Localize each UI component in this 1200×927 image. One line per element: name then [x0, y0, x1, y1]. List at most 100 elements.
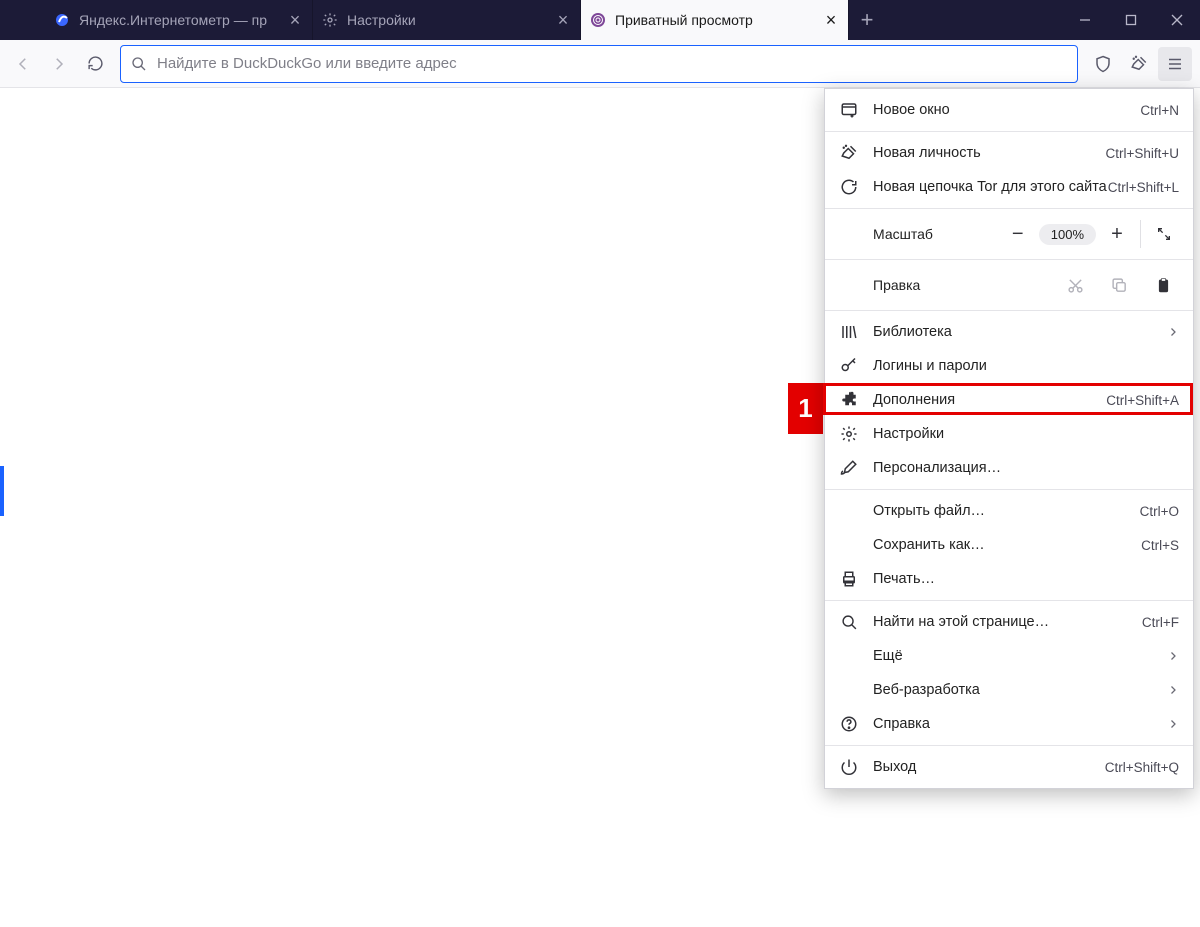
fullscreen-button[interactable] — [1149, 219, 1179, 249]
menu-shortcut: Ctrl+O — [1140, 504, 1179, 519]
search-icon — [839, 612, 859, 632]
menu-label: Открыть файл… — [873, 503, 1140, 519]
menu-logins[interactable]: Логины и пароли — [825, 349, 1193, 383]
menu-label: Ещё — [873, 648, 1159, 664]
menu-new-window[interactable]: Новое окно Ctrl+N — [825, 93, 1193, 127]
menu-customize[interactable]: Персонализация… — [825, 451, 1193, 485]
app-menu-button[interactable] — [1158, 47, 1192, 81]
tab-label: Настройки — [347, 12, 548, 28]
tab-label: Приватный просмотр — [615, 12, 816, 28]
refresh-circuit-icon — [839, 177, 859, 197]
forward-button[interactable] — [42, 47, 76, 81]
chevron-right-icon — [1167, 718, 1179, 730]
new-window-icon — [839, 100, 859, 120]
minimize-button[interactable] — [1062, 0, 1108, 40]
spacer-icon — [839, 680, 859, 700]
menu-label: Новое окно — [873, 102, 1140, 118]
edit-label: Правка — [839, 277, 1047, 293]
close-icon[interactable]: × — [554, 11, 572, 29]
zoom-label: Масштаб — [839, 226, 1003, 242]
menu-edit-row: Правка — [825, 264, 1193, 306]
power-icon — [839, 757, 859, 777]
titlebar: Яндекс.Интернетометр — пр × Настройки × … — [0, 0, 1200, 40]
paste-button[interactable] — [1147, 270, 1179, 300]
close-window-button[interactable] — [1154, 0, 1200, 40]
tab-strip: Яндекс.Интернетометр — пр × Настройки × … — [45, 0, 885, 40]
menu-label: Логины и пароли — [873, 358, 1179, 374]
new-tab-button[interactable]: + — [849, 0, 885, 40]
menu-label: Найти на этой странице… — [873, 614, 1142, 630]
menu-shortcut: Ctrl+Shift+L — [1108, 180, 1179, 195]
address-input[interactable] — [157, 55, 1067, 72]
tab-settings[interactable]: Настройки × — [313, 0, 581, 40]
reload-button[interactable] — [78, 47, 112, 81]
search-icon — [131, 56, 147, 72]
spacer-icon — [839, 646, 859, 666]
callout-number: 1 — [788, 383, 823, 434]
zoom-value[interactable]: 100% — [1039, 224, 1096, 245]
menu-save-as[interactable]: Сохранить как… Ctrl+S — [825, 528, 1193, 562]
menu-new-circuit[interactable]: Новая цепочка Tor для этого сайта Ctrl+S… — [825, 170, 1193, 204]
tab-private[interactable]: Приватный просмотр × — [581, 0, 849, 40]
menu-shortcut: Ctrl+F — [1142, 615, 1179, 630]
library-icon — [839, 322, 859, 342]
chevron-right-icon — [1167, 684, 1179, 696]
maximize-button[interactable] — [1108, 0, 1154, 40]
navbar — [0, 40, 1200, 88]
window-controls — [1062, 0, 1200, 40]
broom-button[interactable] — [1122, 47, 1156, 81]
menu-label: Печать… — [873, 571, 1179, 587]
menu-settings[interactable]: Настройки — [825, 417, 1193, 451]
menu-label: Сохранить как… — [873, 537, 1141, 553]
tab-label: Яндекс.Интернетометр — пр — [79, 12, 280, 28]
menu-shortcut: Ctrl+S — [1141, 538, 1179, 553]
menu-more[interactable]: Ещё — [825, 639, 1193, 673]
menu-library[interactable]: Библиотека — [825, 315, 1193, 349]
app-menu: Новое окно Ctrl+N Новая личность Ctrl+Sh… — [824, 88, 1194, 789]
close-icon[interactable]: × — [822, 11, 840, 29]
menu-find[interactable]: Найти на этой странице… Ctrl+F — [825, 605, 1193, 639]
menu-label: Справка — [873, 716, 1159, 732]
zoom-out-button[interactable]: − — [1003, 219, 1033, 249]
gear-icon — [839, 424, 859, 444]
menu-label: Выход — [873, 759, 1105, 775]
spacer-icon — [839, 501, 859, 521]
menu-zoom-row: Масштаб − 100% + — [825, 213, 1193, 255]
key-icon — [839, 356, 859, 376]
left-accent-stripe — [0, 466, 4, 516]
menu-shortcut: Ctrl+N — [1140, 103, 1179, 118]
menu-label: Библиотека — [873, 324, 1159, 340]
menu-open-file[interactable]: Открыть файл… Ctrl+O — [825, 494, 1193, 528]
menu-shortcut: Ctrl+Shift+U — [1105, 146, 1179, 161]
menu-help[interactable]: Справка — [825, 707, 1193, 741]
menu-label: Новая личность — [873, 145, 1105, 161]
address-bar[interactable] — [120, 45, 1078, 83]
menu-quit[interactable]: Выход Ctrl+Shift+Q — [825, 750, 1193, 784]
back-button[interactable] — [6, 47, 40, 81]
divider — [1140, 220, 1141, 248]
copy-button[interactable] — [1103, 270, 1135, 300]
help-icon — [839, 714, 859, 734]
menu-label: Персонализация… — [873, 460, 1179, 476]
menu-web-dev[interactable]: Веб-разработка — [825, 673, 1193, 707]
shield-button[interactable] — [1086, 47, 1120, 81]
menu-label: Настройки — [873, 426, 1179, 442]
close-icon[interactable]: × — [286, 11, 304, 29]
chevron-right-icon — [1167, 650, 1179, 662]
zoom-in-button[interactable]: + — [1102, 219, 1132, 249]
tab-yandex[interactable]: Яндекс.Интернетометр — пр × — [45, 0, 313, 40]
menu-new-identity[interactable]: Новая личность Ctrl+Shift+U — [825, 136, 1193, 170]
callout-box — [823, 383, 1193, 415]
menu-shortcut: Ctrl+Shift+Q — [1105, 760, 1179, 775]
yandex-favicon — [53, 11, 71, 29]
gear-icon — [321, 11, 339, 29]
menu-print[interactable]: Печать… — [825, 562, 1193, 596]
paintbrush-icon — [839, 458, 859, 478]
menu-label: Новая цепочка Tor для этого сайта — [873, 179, 1108, 195]
menu-label: Веб-разработка — [873, 682, 1159, 698]
browser-icon-slot — [0, 0, 45, 40]
tor-onion-icon — [589, 11, 607, 29]
broom-icon — [839, 143, 859, 163]
cut-button[interactable] — [1059, 270, 1091, 300]
printer-icon — [839, 569, 859, 589]
